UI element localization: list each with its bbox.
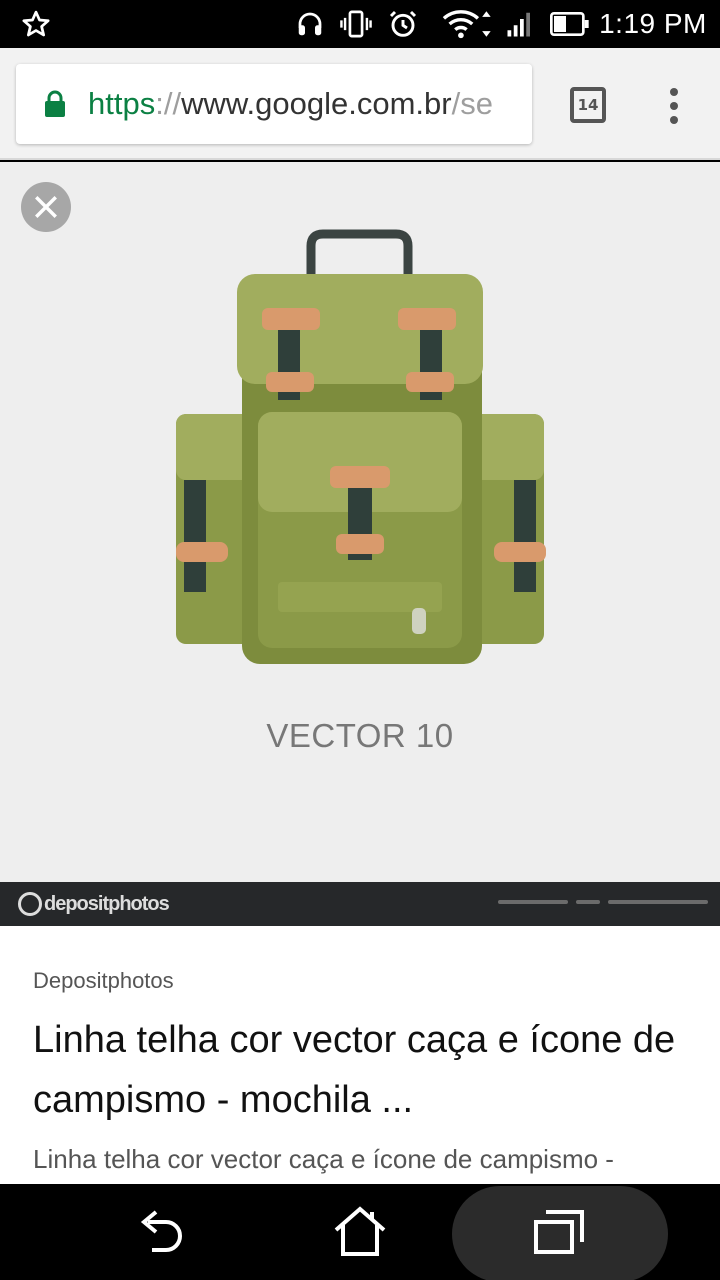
result-snippet: Linha telha cor vector caça e ícone de c… <box>33 1144 614 1174</box>
browser-toolbar: https://www.google.com.br/se 14 <box>0 48 720 160</box>
menu-dot-icon <box>670 88 678 96</box>
recents-button[interactable] <box>520 1184 600 1280</box>
alarm-icon <box>384 0 422 48</box>
url-host: www.google.com.br <box>181 86 452 121</box>
address-bar[interactable]: https://www.google.com.br/se <box>16 64 532 144</box>
signal-icon <box>502 0 538 48</box>
overflow-menu-button[interactable] <box>654 82 694 130</box>
url-fade <box>492 64 532 144</box>
result-title[interactable]: Linha telha cor vector caça e ícone de c… <box>33 1010 693 1130</box>
navigation-bar <box>0 1184 720 1280</box>
home-button[interactable] <box>320 1184 400 1280</box>
status-time: 1:19 PM <box>599 8 707 39</box>
wifi-icon <box>436 0 500 48</box>
url-separator: :// <box>155 86 182 121</box>
close-icon <box>35 196 57 218</box>
depositphotos-logo: depositphotos <box>18 890 170 918</box>
image-viewer: VECTOR 10 <box>0 162 720 882</box>
recents-icon <box>534 1210 584 1254</box>
image-caption: VECTOR 10 <box>266 717 454 754</box>
star-icon <box>18 0 54 48</box>
menu-dot-icon <box>670 116 678 124</box>
result-card[interactable]: Depositphotos Linha telha cor vector caç… <box>0 926 720 1184</box>
status-bar: 1:19 PM <box>0 0 720 48</box>
battery-icon <box>548 0 592 48</box>
vibrate-icon <box>336 0 376 48</box>
backpack-image[interactable] <box>0 162 720 882</box>
close-viewer-button[interactable] <box>21 182 71 232</box>
menu-dot-icon <box>670 102 678 110</box>
watermark-bar: depositphotos <box>0 882 720 926</box>
url-text[interactable]: https://www.google.com.br/se <box>88 64 493 144</box>
logo-circle-icon <box>18 892 42 916</box>
home-icon <box>334 1206 386 1256</box>
url-scheme: https <box>88 86 156 121</box>
logo-text: depositphotos <box>44 892 170 915</box>
tab-switcher-button[interactable]: 14 <box>570 87 606 123</box>
result-source: Depositphotos <box>33 968 174 993</box>
headphones-icon <box>292 0 328 48</box>
back-button[interactable] <box>120 1184 200 1280</box>
watermark-meta <box>498 900 708 906</box>
back-arrow-icon <box>140 1210 182 1252</box>
url-path: /se <box>451 86 493 121</box>
lock-icon <box>45 90 65 117</box>
